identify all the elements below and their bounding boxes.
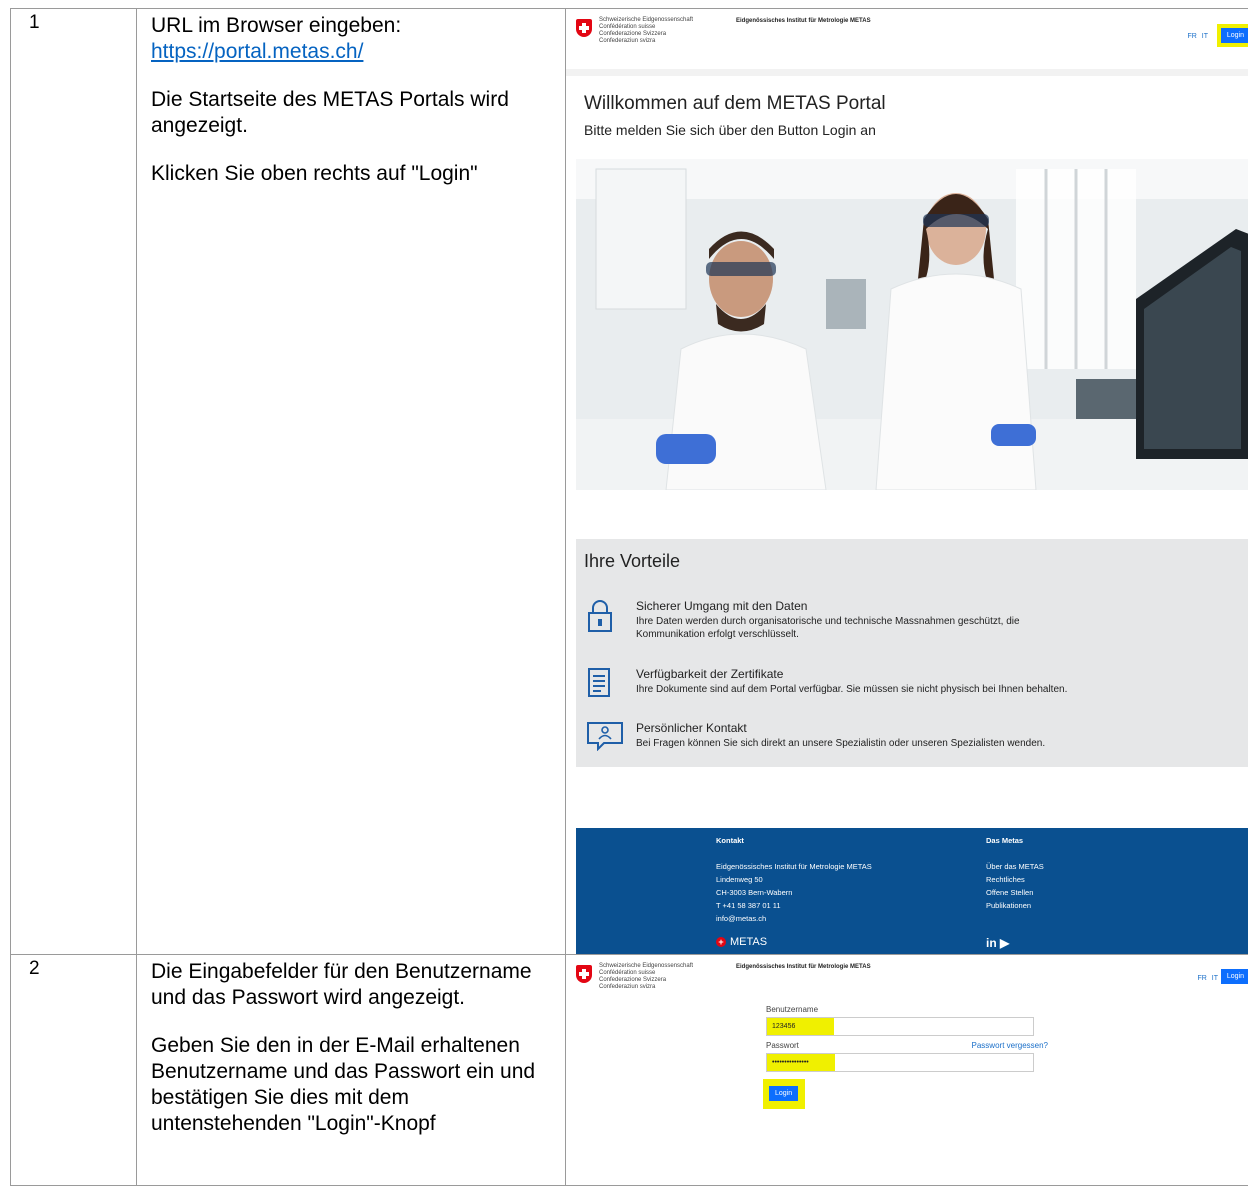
instruction-table: 1 URL im Browser eingeben: https://porta… <box>10 8 1248 1186</box>
portal-login-screenshot: Schweizerische Eidgenossenschaft Confédé… <box>566 955 1248 1185</box>
institute-name: Eidgenössisches Institut für Metrologie … <box>736 18 871 24</box>
footer-email-link[interactable]: info@metas.ch <box>716 914 766 923</box>
footer-contact-line: T +41 58 387 01 11 <box>716 901 781 910</box>
welcome-title: Willkommen auf dem METAS Portal <box>584 93 886 114</box>
step-number: 1 <box>10 8 137 955</box>
password-value: ••••••••••••••• <box>767 1054 835 1071</box>
username-value: 123456 <box>767 1018 834 1035</box>
footer-metas-title: Das Metas <box>986 836 1024 845</box>
advantages-title: Ihre Vorteile <box>584 551 681 571</box>
advantage-title: Persönlicher Kontakt <box>636 721 747 735</box>
lang-fr-link[interactable]: FR <box>1187 33 1196 40</box>
swiss-flag-icon <box>576 19 592 37</box>
screenshot-cell: Schweizerische Eidgenossenschaft Confédé… <box>565 8 1248 955</box>
confederation-line: Confederazione Svizzera <box>599 31 667 37</box>
step-text: Die Eingabefelder für den Benutzername u… <box>151 960 532 1009</box>
lab-photo <box>576 159 1248 490</box>
confederation-line: Confédération suisse <box>599 24 656 30</box>
advantage-text: Ihre Daten werden durch organisatorische… <box>636 616 1020 640</box>
confederation-text: Schweizerische Eidgenossenschaft Confédé… <box>599 17 693 45</box>
footer-contact-line: Lindenweg 50 <box>716 875 763 884</box>
portal-header: Schweizerische Eidgenossenschaft Confédé… <box>566 955 1248 997</box>
footer-link[interactable]: Rechtliches <box>986 875 1025 884</box>
password-field[interactable]: ••••••••••••••• <box>766 1053 1034 1072</box>
step-text-line: URL im Browser eingeben: <box>151 14 402 37</box>
password-label: Passwort <box>766 1041 799 1050</box>
swiss-flag-icon <box>576 965 592 983</box>
lock-icon <box>588 600 612 632</box>
footer-contact: Kontakt Eidgenössisches Institut für Met… <box>716 834 872 925</box>
confederation-line: Confederaziun svizra <box>599 984 656 990</box>
confederation-line: Schweizerische Eidgenossenschaft <box>599 17 694 23</box>
footer-contact-line: Eidgenössisches Institut für Metrologie … <box>716 862 872 871</box>
lang-it-link[interactable]: IT <box>1202 33 1208 40</box>
advantage-title: Verfügbarkeit der Zertifikate <box>636 667 784 681</box>
portal-footer: Kontakt Eidgenössisches Institut für Met… <box>576 828 1248 954</box>
confederation-line: Confederazione Svizzera <box>599 977 667 983</box>
login-button[interactable]: Login <box>1216 24 1248 47</box>
metas-logo: METAS <box>716 936 767 948</box>
contact-icon <box>587 722 623 751</box>
footer-metas-links: Das Metas Über das METAS Rechtliches Off… <box>986 834 1044 912</box>
social-icons[interactable]: in ▶ <box>986 936 1009 950</box>
screenshot-cell: Schweizerische Eidgenossenschaft Confédé… <box>565 954 1248 1186</box>
header-login-button[interactable]: Login <box>1220 969 1248 984</box>
username-label: Benutzername <box>766 1005 819 1014</box>
portal-start-screenshot: Schweizerische Eidgenossenschaft Confédé… <box>566 9 1248 954</box>
document-icon <box>588 668 610 697</box>
step-row: 1 URL im Browser eingeben: https://porta… <box>10 8 1248 955</box>
lang-fr-link[interactable]: FR <box>1197 975 1206 982</box>
footer-link[interactable]: Offene Stellen <box>986 888 1033 897</box>
confederation-line: Confédération suisse <box>599 970 656 976</box>
step-text: Die Startseite des METAS Portals wird an… <box>151 88 509 137</box>
confederation-line: Schweizerische Eidgenossenschaft <box>599 963 694 969</box>
lang-it-link[interactable]: IT <box>1212 975 1218 982</box>
advantage-text: Bei Fragen können Sie sich direkt an uns… <box>636 738 1046 749</box>
step-row: 2 Die Eingabefelder für den Benutzername… <box>10 954 1248 1186</box>
footer-contact-title: Kontakt <box>716 836 744 845</box>
advantages-section: Ihre Vorteile Sicherer Umgang mit den Da… <box>576 539 1248 767</box>
forgot-password-link[interactable]: Passwort vergessen? <box>972 1041 1048 1050</box>
step-text: Geben Sie den in der E-Mail erhaltenen B… <box>151 1034 536 1135</box>
step-description: URL im Browser eingeben: https://portal.… <box>136 8 566 955</box>
advantage-title: Sicherer Umgang mit den Daten <box>636 599 808 613</box>
step-text: URL im Browser eingeben: https://portal.… <box>151 13 565 65</box>
footer-contact-line: CH-3003 Bern-Wabern <box>716 888 793 897</box>
language-switcher: FR IT <box>1184 33 1208 40</box>
portal-url-link[interactable]: https://portal.metas.ch/ <box>151 40 363 63</box>
advantage-text: Ihre Dokumente sind auf dem Portal verfü… <box>636 684 1068 695</box>
confederation-text: Schweizerische Eidgenossenschaft Confédé… <box>599 963 693 991</box>
institute-name: Eidgenössisches Institut für Metrologie … <box>736 964 871 970</box>
welcome-subtitle: Bitte melden Sie sich über den Button Lo… <box>584 122 876 138</box>
step-text: Klicken Sie oben rechts auf "Login" <box>151 162 478 185</box>
username-field[interactable]: 123456 <box>766 1017 1034 1036</box>
step-description: Die Eingabefelder für den Benutzername u… <box>136 954 566 1186</box>
confederation-line: Confederaziun svizra <box>599 38 656 44</box>
step-number: 2 <box>10 954 137 1186</box>
footer-link[interactable]: Publikationen <box>986 901 1031 910</box>
lab-photo-illustration <box>576 159 1248 490</box>
language-switcher: FR IT <box>1194 975 1218 982</box>
footer-link[interactable]: Über das METAS <box>986 862 1044 871</box>
portal-header: Schweizerische Eidgenossenschaft Confédé… <box>566 9 1248 76</box>
login-submit-button[interactable]: Login <box>769 1086 799 1101</box>
